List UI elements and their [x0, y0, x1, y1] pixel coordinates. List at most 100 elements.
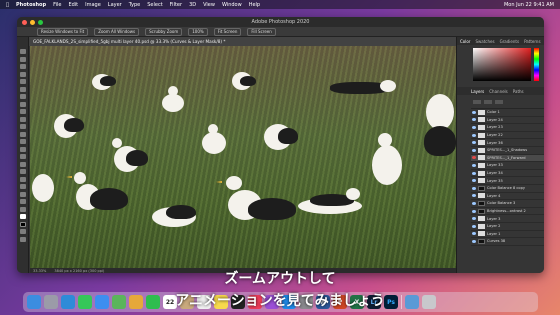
- tab-channels[interactable]: Channels: [489, 89, 508, 94]
- hand-tool-icon[interactable]: [19, 191, 26, 197]
- apple-icon[interactable]: : [6, 2, 9, 8]
- crop-tool-icon[interactable]: [19, 79, 26, 84]
- more-tools-icon[interactable]: [19, 206, 26, 212]
- quick-select-tool-icon[interactable]: [19, 71, 26, 77]
- eye-icon[interactable]: [472, 186, 476, 190]
- blur-tool-icon[interactable]: [19, 146, 26, 152]
- frame-tool-icon[interactable]: [19, 86, 26, 92]
- layer-row[interactable]: Layer 4: [471, 193, 544, 201]
- layer-row[interactable]: Layer 34: [471, 170, 544, 178]
- menu-app-name[interactable]: Photoshop: [16, 2, 46, 8]
- color-field[interactable]: [473, 48, 531, 81]
- menu-file[interactable]: File: [53, 2, 61, 8]
- eye-icon[interactable]: [472, 163, 476, 167]
- eye-icon[interactable]: [472, 217, 476, 221]
- eye-icon[interactable]: [472, 224, 476, 228]
- menu-image[interactable]: Image: [85, 2, 101, 8]
- layer-row[interactable]: Layer 3: [471, 215, 544, 223]
- blend-mode-dropdown[interactable]: [484, 99, 492, 104]
- tab-swatches[interactable]: Swatches: [475, 39, 494, 44]
- type-tool-icon[interactable]: [19, 169, 26, 174]
- eraser-tool-icon[interactable]: [19, 131, 26, 137]
- layer-row[interactable]: Color Balance 3: [471, 200, 544, 208]
- layer-name: Layer 2: [487, 224, 501, 229]
- foreground-color-swatch[interactable]: [19, 214, 26, 219]
- brush-tool-icon[interactable]: [19, 109, 26, 114]
- layer-row[interactable]: Layer 22: [471, 132, 544, 140]
- resize-windows-checkbox[interactable]: Resize Windows to Fit: [37, 27, 89, 36]
- eye-icon[interactable]: [472, 179, 476, 183]
- eyedropper-tool-icon[interactable]: [19, 94, 26, 99]
- tab-layers[interactable]: Layers: [471, 89, 484, 94]
- clock[interactable]: Mon Jun 22 9:41 AM: [504, 2, 554, 8]
- layer-row[interactable]: Layer 36: [471, 139, 544, 147]
- tab-color[interactable]: Color: [460, 39, 470, 44]
- clone-stamp-tool-icon[interactable]: [19, 116, 26, 122]
- eye-icon[interactable]: [472, 194, 476, 198]
- history-brush-tool-icon[interactable]: [19, 124, 26, 129]
- eye-icon[interactable]: [472, 156, 476, 160]
- tab-gradients[interactable]: Gradients: [500, 39, 520, 44]
- screen-mode-icon[interactable]: [19, 236, 26, 242]
- menu-window[interactable]: Window: [222, 2, 242, 8]
- move-tool-icon[interactable]: [19, 49, 26, 54]
- layer-row[interactable]: Curves 38: [471, 238, 544, 246]
- eye-icon[interactable]: [472, 239, 476, 243]
- gradient-tool-icon[interactable]: [19, 139, 26, 144]
- layer-row[interactable]: Layer 1: [471, 231, 544, 239]
- zoom-tool-icon[interactable]: [19, 199, 26, 204]
- layer-row[interactable]: Layer 24: [471, 117, 544, 125]
- lasso-tool-icon[interactable]: [19, 64, 26, 69]
- layer-filter-dropdown[interactable]: [473, 99, 481, 104]
- healing-tool-icon[interactable]: [19, 101, 26, 107]
- zoom-100-button[interactable]: 100%: [188, 27, 208, 36]
- layer-row[interactable]: Color Balance 8 copy: [471, 185, 544, 193]
- shape-tool-icon[interactable]: [19, 184, 26, 189]
- quick-mask-icon[interactable]: [19, 229, 26, 234]
- eye-icon[interactable]: [472, 209, 476, 213]
- menu-help[interactable]: Help: [249, 2, 260, 8]
- close-window-button[interactable]: [22, 20, 27, 25]
- eye-icon[interactable]: [472, 133, 476, 137]
- layer-row[interactable]: Brightness...ontrast 2: [471, 208, 544, 216]
- path-select-tool-icon[interactable]: [19, 176, 26, 182]
- eye-icon[interactable]: [472, 125, 476, 129]
- dodge-tool-icon[interactable]: [19, 154, 26, 159]
- zoom-all-windows-checkbox[interactable]: Zoom All Windows: [94, 27, 140, 36]
- fill-screen-button[interactable]: Fill Screen: [247, 27, 276, 36]
- layer-row[interactable]: Layer 33: [471, 162, 544, 170]
- scrubby-zoom-checkbox[interactable]: Scrubby Zoom: [145, 27, 183, 36]
- layer-row-selected[interactable]: SPRITES..._1_Forward: [471, 154, 544, 163]
- minimize-window-button[interactable]: [30, 20, 35, 25]
- tab-patterns[interactable]: Patterns: [524, 39, 540, 44]
- layer-row[interactable]: Color 1: [471, 109, 544, 117]
- zoom-window-button[interactable]: [38, 20, 43, 25]
- document-canvas[interactable]: [30, 46, 456, 268]
- background-color-swatch[interactable]: [19, 221, 26, 227]
- layer-row[interactable]: Layer 23: [471, 124, 544, 132]
- tab-paths[interactable]: Paths: [513, 89, 524, 94]
- menu-layer[interactable]: Layer: [108, 2, 122, 8]
- menu-edit[interactable]: Edit: [68, 2, 78, 8]
- marquee-tool-icon[interactable]: [19, 56, 26, 62]
- eye-icon[interactable]: [472, 171, 476, 175]
- document-tab[interactable]: GOE_FALKLANDS_2S_simplified_5gbj multi l…: [29, 37, 473, 46]
- eye-icon[interactable]: [472, 201, 476, 205]
- opacity-field[interactable]: [495, 99, 503, 104]
- hue-slider[interactable]: [534, 48, 539, 81]
- menu-filter[interactable]: Filter: [170, 2, 182, 8]
- pen-tool-icon[interactable]: [19, 161, 26, 167]
- eye-icon[interactable]: [472, 118, 476, 122]
- menu-select[interactable]: Select: [147, 2, 162, 8]
- eye-icon[interactable]: [472, 110, 476, 114]
- eye-icon[interactable]: [472, 141, 476, 145]
- menu-type[interactable]: Type: [129, 2, 140, 8]
- layer-row[interactable]: SPRITES..._1_Shadows: [471, 147, 544, 155]
- eye-icon[interactable]: [472, 232, 476, 236]
- eye-icon[interactable]: [472, 148, 476, 152]
- menu-3d[interactable]: 3D: [189, 2, 196, 8]
- menu-view[interactable]: View: [203, 2, 215, 8]
- fit-screen-button[interactable]: Fit Screen: [213, 27, 242, 36]
- layer-row[interactable]: Layer 2: [471, 223, 544, 231]
- layer-row[interactable]: Layer 35: [471, 177, 544, 185]
